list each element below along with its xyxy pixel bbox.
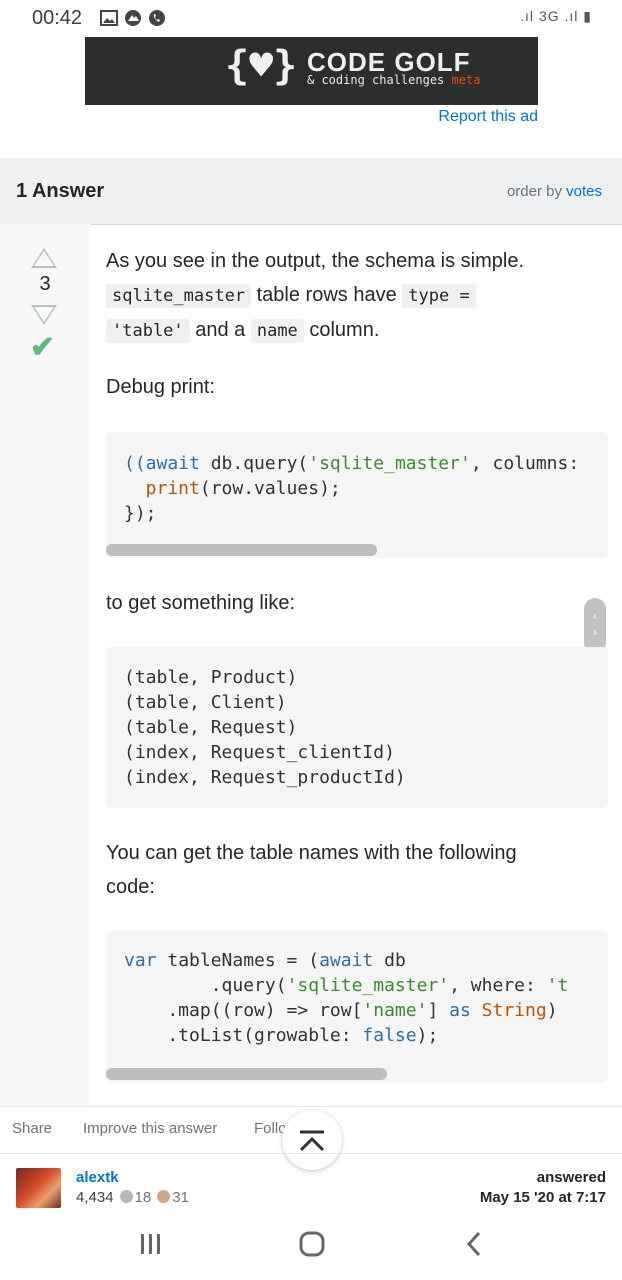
user-reputation: 4,434 18 31	[76, 1189, 189, 1206]
inline-code-type: type =	[402, 284, 476, 308]
code-golf-logo: {♥}	[225, 43, 298, 89]
recents-icon[interactable]	[138, 1230, 164, 1258]
horizontal-scrollbar[interactable]	[106, 544, 377, 556]
user-name[interactable]: alextk	[76, 1169, 119, 1186]
code-block-debug-print[interactable]: ((await db.query('sqlite_master', column…	[106, 432, 608, 558]
code-output-line: (index, Request_clientId)	[124, 742, 395, 763]
signal-battery-indicator: .ıl 3G .ıl ▮	[520, 8, 592, 24]
answer-paragraph-2: Debug print:	[106, 376, 215, 398]
gallery-icon	[100, 10, 118, 26]
avatar[interactable]	[16, 1168, 61, 1208]
silver-badge-icon	[119, 1190, 133, 1203]
share-link[interactable]: Share	[12, 1120, 52, 1137]
answered-date: May 15 '20 at 7:17	[479, 1189, 606, 1206]
code-output-line: (table, Request)	[124, 717, 298, 738]
chevron-left-icon[interactable]	[462, 1230, 486, 1258]
android-nav-bar	[0, 1222, 622, 1280]
code-output-line: (table, Client)	[124, 692, 287, 713]
vote-count: 3	[39, 273, 51, 295]
inline-code-sqlite-master: sqlite_master	[106, 284, 252, 308]
inline-code-table: 'table'	[106, 319, 190, 343]
answer-paragraph-3: to get something like:	[106, 592, 295, 614]
answers-count: 1 Answer	[16, 180, 105, 202]
order-by-selector[interactable]: order by votes	[507, 183, 602, 200]
maps-icon	[125, 10, 141, 26]
scroll-handle[interactable]: ‹ ›	[584, 598, 606, 654]
answer-paragraph-4: You can get the table names with the fol…	[106, 842, 517, 864]
code-output-line: (table, Product)	[124, 667, 298, 688]
answer-paragraph-1: As you see in the output, the schema is …	[106, 250, 524, 343]
bronze-badge-icon	[157, 1190, 171, 1203]
code-output-line: (index, Request_productId)	[124, 767, 406, 788]
status-bar: 00:42 .ıl 3G .ıl ▮	[0, 0, 622, 36]
downvote-icon[interactable]	[31, 305, 57, 325]
answered-label: answered	[536, 1169, 606, 1186]
horizontal-scrollbar[interactable]	[106, 1068, 387, 1080]
inline-code-name: name	[250, 319, 304, 343]
code-block-output[interactable]: (table, Product) (table, Client) (table,…	[106, 647, 608, 808]
ad-subtitle: & coding challenges meta	[307, 73, 481, 87]
code-block-table-names[interactable]: var tableNames = (await db .query('sqlit…	[106, 931, 608, 1082]
home-icon[interactable]	[298, 1230, 326, 1258]
user-card: alextk 4,434 18 31 answered May 15 '20 at …	[0, 1153, 622, 1224]
phone-icon	[149, 10, 165, 26]
answers-header: 1 Answer order by votes	[0, 158, 622, 225]
upvote-icon[interactable]	[31, 248, 57, 268]
ad-banner[interactable]: {♥} CODE GOLF & coding challenges meta	[85, 37, 538, 105]
answer-paragraph-4-cont: code:	[106, 876, 155, 898]
accepted-check-icon: ✔	[30, 331, 56, 364]
report-ad-link[interactable]: Report this ad	[438, 108, 538, 126]
status-time: 00:42	[32, 7, 83, 29]
improve-answer-link[interactable]: Improve this answer	[83, 1120, 217, 1137]
